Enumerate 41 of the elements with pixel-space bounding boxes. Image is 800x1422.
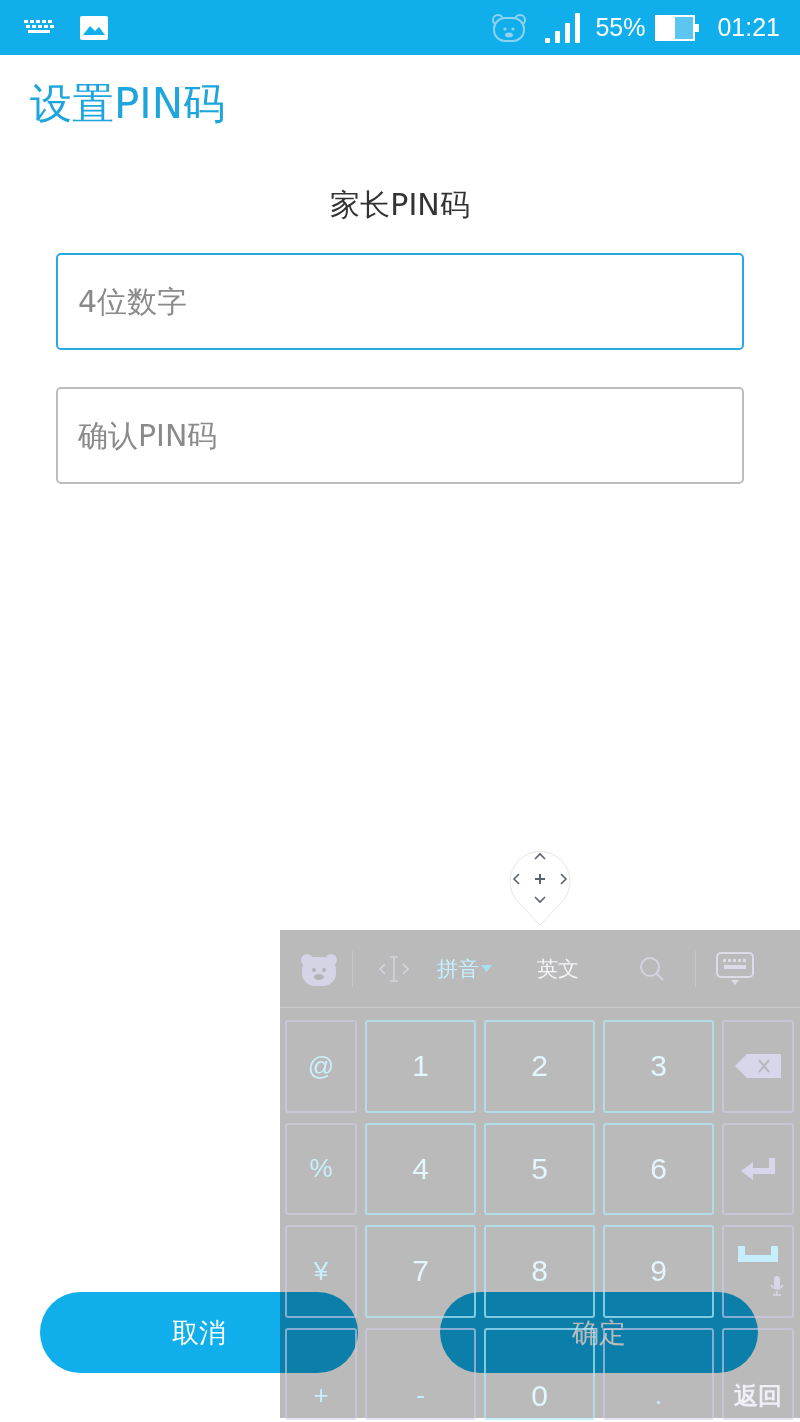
digit-key[interactable]: 1 [365, 1020, 476, 1113]
battery-percent: 55% [595, 13, 646, 42]
clock: 01:21 [717, 13, 780, 42]
digit-key[interactable]: 5 [484, 1122, 595, 1215]
bear-icon [491, 12, 528, 43]
back-key[interactable]: 返回 [722, 1327, 794, 1420]
battery-icon [655, 14, 696, 41]
symbol-key[interactable]: % [285, 1122, 357, 1215]
enter-icon [741, 1157, 775, 1180]
keyboard-icon [24, 19, 54, 36]
backspace-icon [735, 1054, 781, 1079]
microphone-icon [770, 1276, 784, 1297]
action-button[interactable]: 取消 [40, 1292, 358, 1373]
mode-tab[interactable]: 拼音 [437, 954, 479, 983]
backspace-key[interactable] [722, 1020, 794, 1113]
digit-key[interactable]: 2 [484, 1020, 595, 1113]
digit-key[interactable]: 4 [365, 1122, 476, 1215]
move-handle-icon[interactable] [509, 849, 571, 927]
pin-input-field[interactable]: 确认PIN码 [56, 387, 744, 484]
digit-key[interactable]: 9 [603, 1225, 714, 1318]
digit-key[interactable]: 3 [603, 1020, 714, 1113]
page-title: 设置PIN码 [29, 78, 227, 130]
space-key[interactable] [722, 1225, 794, 1318]
pin-input-field[interactable]: 4位数字 [56, 253, 744, 350]
section-label: 家长PIN码 [330, 186, 470, 224]
digit-key[interactable]: 7 [365, 1225, 476, 1318]
text-cursor-icon[interactable] [379, 955, 409, 982]
keyboard-hide-icon[interactable] [716, 951, 754, 986]
symbol-key[interactable]: ¥ [285, 1225, 357, 1318]
symbol-key[interactable]: @ [285, 1020, 357, 1113]
digit-key[interactable]: 6 [603, 1122, 714, 1215]
mode-tab[interactable]: 英文 [537, 954, 579, 983]
symbol-key[interactable]: - [365, 1327, 476, 1420]
digit-key[interactable]: 8 [484, 1225, 595, 1318]
search-icon[interactable] [639, 955, 665, 982]
symbol-key[interactable]: + [285, 1327, 357, 1420]
bear-icon[interactable] [300, 951, 338, 986]
image-icon [80, 15, 108, 40]
enter-key[interactable] [722, 1122, 794, 1215]
dropdown-caret-icon [481, 965, 492, 972]
space-icon [738, 1246, 778, 1263]
